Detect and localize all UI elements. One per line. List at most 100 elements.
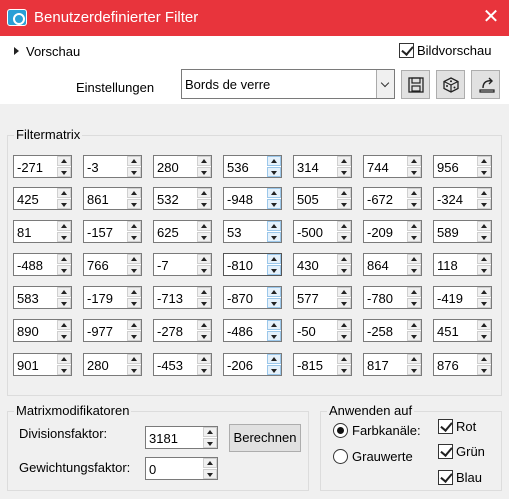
spin-up-icon[interactable] <box>57 354 71 364</box>
spin-up-icon[interactable] <box>57 188 71 198</box>
spin-down-icon[interactable] <box>197 232 211 242</box>
spin-up-icon[interactable] <box>197 287 211 297</box>
spin-down-icon[interactable] <box>127 232 141 242</box>
spin-down-icon[interactable] <box>407 265 421 275</box>
spin-up-icon[interactable] <box>337 156 351 166</box>
matrix-cell[interactable]: 81 <box>13 220 72 243</box>
spin-down-icon[interactable] <box>267 232 281 242</box>
spin-up-icon[interactable] <box>127 188 141 198</box>
spin-up-icon[interactable] <box>407 320 421 330</box>
save-preset-button[interactable] <box>401 70 430 99</box>
matrix-cell[interactable]: -271 <box>13 155 72 178</box>
matrix-cell[interactable]: -179 <box>83 286 142 309</box>
spin-up-icon[interactable] <box>407 254 421 264</box>
spin-down-icon[interactable] <box>57 298 71 308</box>
spin-down-icon[interactable] <box>57 199 71 209</box>
random-button[interactable] <box>436 70 465 99</box>
matrix-cell[interactable]: 430 <box>293 253 352 276</box>
matrix-cell[interactable]: 532 <box>153 187 212 210</box>
spin-up-icon[interactable] <box>267 156 281 166</box>
matrix-cell[interactable]: -206 <box>223 353 282 376</box>
spin-down-icon[interactable] <box>407 331 421 341</box>
spin-down-icon[interactable] <box>337 331 351 341</box>
matrix-cell[interactable]: -780 <box>363 286 422 309</box>
spin-up-icon[interactable] <box>57 221 71 231</box>
spin-down-icon[interactable] <box>337 265 351 275</box>
spin-down-icon[interactable] <box>477 331 491 341</box>
matrix-cell[interactable]: -500 <box>293 220 352 243</box>
spin-down-icon[interactable] <box>203 438 217 448</box>
spin-down-icon[interactable] <box>267 167 281 177</box>
spin-up-icon[interactable] <box>267 354 281 364</box>
spin-up-icon[interactable] <box>203 427 217 437</box>
spin-up-icon[interactable] <box>337 254 351 264</box>
matrix-cell[interactable]: -324 <box>433 187 492 210</box>
spin-up-icon[interactable] <box>477 354 491 364</box>
spin-up-icon[interactable] <box>477 254 491 264</box>
matrix-cell[interactable]: -870 <box>223 286 282 309</box>
matrix-cell[interactable]: 280 <box>153 155 212 178</box>
spin-down-icon[interactable] <box>477 199 491 209</box>
spin-down-icon[interactable] <box>477 232 491 242</box>
matrix-cell[interactable]: 864 <box>363 253 422 276</box>
spin-down-icon[interactable] <box>477 265 491 275</box>
spin-up-icon[interactable] <box>267 320 281 330</box>
matrix-cell[interactable]: -419 <box>433 286 492 309</box>
rot-checkbox[interactable]: Rot <box>438 419 476 434</box>
spin-up-icon[interactable] <box>337 320 351 330</box>
spin-down-icon[interactable] <box>57 232 71 242</box>
spin-down-icon[interactable] <box>407 365 421 375</box>
matrix-cell[interactable]: 625 <box>153 220 212 243</box>
spin-down-icon[interactable] <box>127 265 141 275</box>
spin-down-icon[interactable] <box>197 298 211 308</box>
gruen-checkbox[interactable]: Grün <box>438 444 485 459</box>
matrix-cell[interactable]: -258 <box>363 319 422 342</box>
spin-up-icon[interactable] <box>203 458 217 468</box>
spin-down-icon[interactable] <box>127 167 141 177</box>
matrix-cell[interactable]: 901 <box>13 353 72 376</box>
matrix-cell[interactable]: 956 <box>433 155 492 178</box>
spin-down-icon[interactable] <box>127 331 141 341</box>
matrix-cell[interactable]: 583 <box>13 286 72 309</box>
spin-down-icon[interactable] <box>57 365 71 375</box>
matrix-cell[interactable]: -672 <box>363 187 422 210</box>
spin-up-icon[interactable] <box>267 221 281 231</box>
matrix-cell[interactable]: 589 <box>433 220 492 243</box>
spin-down-icon[interactable] <box>407 232 421 242</box>
matrix-cell[interactable]: -278 <box>153 319 212 342</box>
spin-up-icon[interactable] <box>57 320 71 330</box>
spin-down-icon[interactable] <box>477 298 491 308</box>
gewichtungsfaktor-input[interactable]: 0 <box>145 457 218 480</box>
spin-up-icon[interactable] <box>197 188 211 198</box>
spin-up-icon[interactable] <box>407 156 421 166</box>
spin-up-icon[interactable] <box>57 287 71 297</box>
spin-down-icon[interactable] <box>267 331 281 341</box>
spin-up-icon[interactable] <box>197 354 211 364</box>
blau-checkbox[interactable]: Blau <box>438 470 482 485</box>
matrix-cell[interactable]: 876 <box>433 353 492 376</box>
spin-down-icon[interactable] <box>127 298 141 308</box>
spin-down-icon[interactable] <box>407 167 421 177</box>
matrix-cell[interactable]: -810 <box>223 253 282 276</box>
spin-down-icon[interactable] <box>477 167 491 177</box>
spin-down-icon[interactable] <box>337 365 351 375</box>
spin-up-icon[interactable] <box>127 156 141 166</box>
spin-down-icon[interactable] <box>337 298 351 308</box>
divisionsfaktor-input[interactable]: 3181 <box>145 426 218 449</box>
spin-down-icon[interactable] <box>57 331 71 341</box>
matrix-cell[interactable]: -713 <box>153 286 212 309</box>
spin-down-icon[interactable] <box>203 469 217 479</box>
spin-up-icon[interactable] <box>57 254 71 264</box>
spin-down-icon[interactable] <box>267 365 281 375</box>
spin-down-icon[interactable] <box>477 365 491 375</box>
matrix-cell[interactable]: -815 <box>293 353 352 376</box>
matrix-cell[interactable]: -488 <box>13 253 72 276</box>
spin-down-icon[interactable] <box>197 331 211 341</box>
spin-up-icon[interactable] <box>337 221 351 231</box>
spin-down-icon[interactable] <box>337 199 351 209</box>
matrix-cell[interactable]: 861 <box>83 187 142 210</box>
matrix-cell[interactable]: 118 <box>433 253 492 276</box>
spin-up-icon[interactable] <box>337 354 351 364</box>
spin-up-icon[interactable] <box>407 188 421 198</box>
grauwerte-radio[interactable]: Grauwerte <box>333 449 413 464</box>
